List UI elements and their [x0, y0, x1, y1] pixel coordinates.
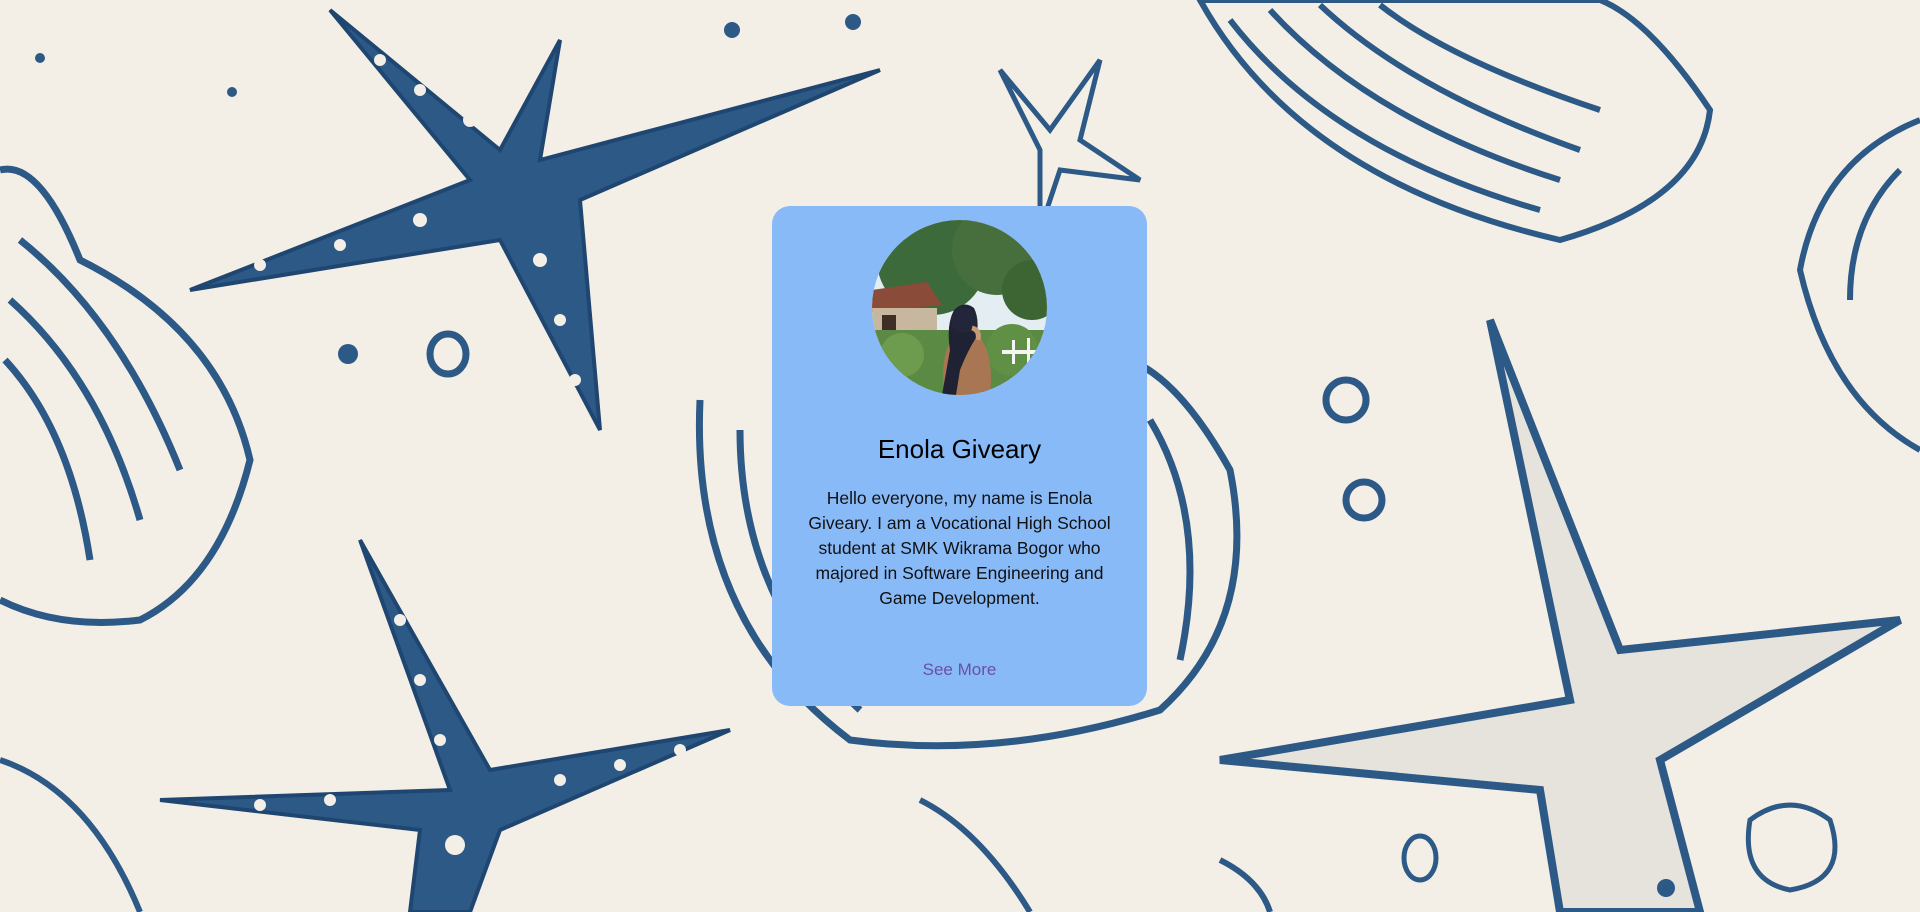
profile-card: Enola Giveary Hello everyone, my name is… [772, 206, 1147, 706]
profile-photo-avatar [872, 220, 1047, 395]
see-more-link[interactable]: See More [772, 660, 1147, 680]
profile-photo-icon [872, 220, 1047, 395]
profile-bio: Hello everyone, my name is Enola Giveary… [808, 488, 1111, 608]
profile-name: Enola Giveary [877, 434, 1042, 464]
